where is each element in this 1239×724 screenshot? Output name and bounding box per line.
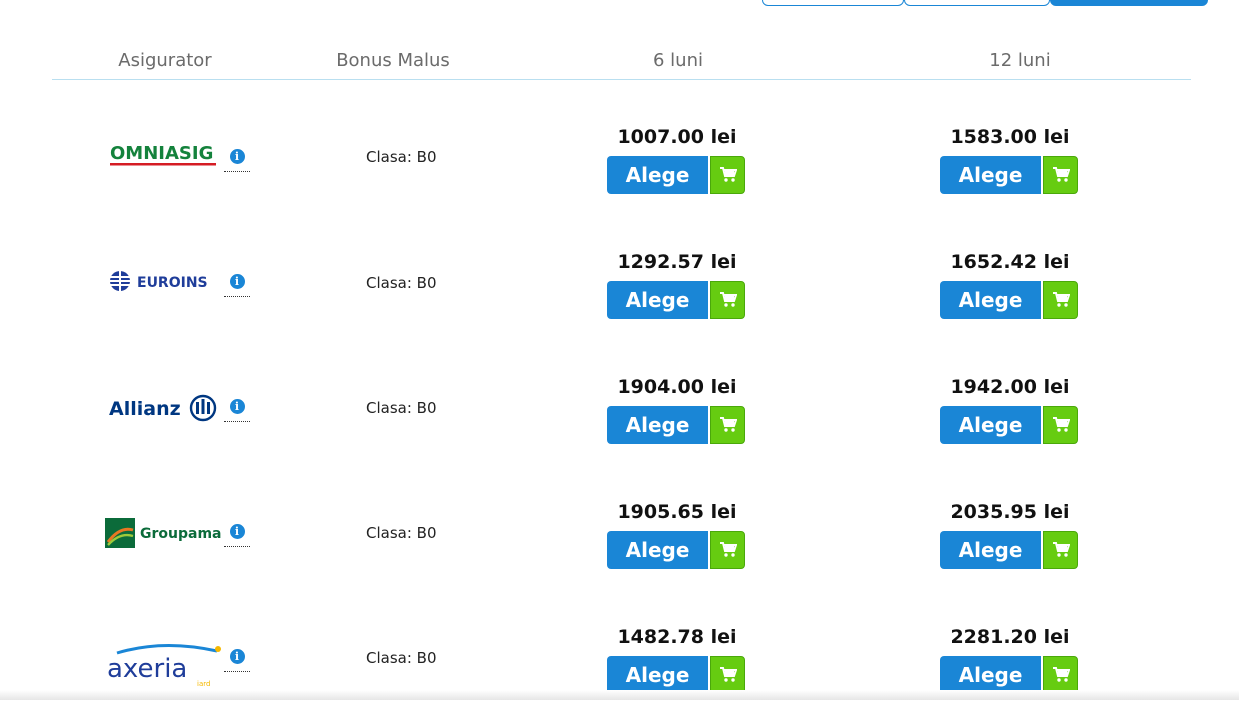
price-6-months: 1905.65 lei: [617, 501, 737, 523]
price-12-months: 1942.00 lei: [950, 376, 1070, 398]
add-to-cart-button[interactable]: [710, 406, 745, 444]
insurer-info-button[interactable]: i: [224, 395, 250, 422]
cart-icon: [1052, 292, 1070, 307]
add-to-cart-button[interactable]: [1043, 531, 1078, 569]
price-6-months: 1292.57 lei: [617, 251, 737, 273]
table-row: Allianz i Clasa: B0 1904.00 lei Alege 19…: [0, 374, 1239, 474]
insurer-name: Allianz: [109, 398, 181, 420]
info-icon: i: [229, 274, 245, 289]
insurer-logo-omniasig: OMNIASIG: [96, 124, 232, 184]
bonus-malus-class: Clasa: B0: [366, 399, 437, 417]
add-to-cart-button[interactable]: [1043, 656, 1078, 694]
price-6-months: 1007.00 lei: [617, 126, 737, 148]
price-6-months: 1482.78 lei: [617, 626, 737, 648]
choose-button[interactable]: Alege: [607, 281, 708, 319]
offer-6-months: 1007.00 lei Alege: [607, 124, 747, 194]
offer-6-months: 1904.00 lei Alege: [607, 374, 747, 444]
insurer-logo-euroins: EUROINS: [96, 251, 232, 311]
bonus-malus-class: Clasa: B0: [366, 274, 437, 292]
choose-button[interactable]: Alege: [940, 281, 1041, 319]
choose-button[interactable]: Alege: [940, 656, 1041, 694]
add-to-cart-button[interactable]: [1043, 156, 1078, 194]
insurer-info-button[interactable]: i: [224, 645, 250, 672]
info-icon: i: [229, 524, 245, 539]
cart-icon: [719, 417, 737, 432]
insurer-logo-axeria: axeria iard: [100, 634, 230, 694]
add-to-cart-button[interactable]: [1043, 281, 1078, 319]
info-icon: i: [229, 399, 245, 414]
table-header: Asigurator Bonus Malus 6 luni 12 luni: [52, 50, 1191, 80]
choose-button[interactable]: Alege: [607, 406, 708, 444]
add-to-cart-button[interactable]: [710, 281, 745, 319]
bonus-malus-class: Clasa: B0: [366, 148, 437, 166]
insurer-info-button[interactable]: i: [224, 270, 250, 297]
top-tab-2[interactable]: [904, 0, 1050, 6]
price-12-months: 1583.00 lei: [950, 126, 1070, 148]
header-6-months: 6 luni: [653, 50, 703, 71]
bonus-malus-class: Clasa: B0: [366, 649, 437, 667]
choose-button[interactable]: Alege: [607, 156, 708, 194]
insurer-logo-groupama: Groupama: [100, 503, 230, 563]
insurer-logo-allianz: Allianz: [96, 378, 232, 438]
offer-12-months: 2281.20 lei Alege: [940, 624, 1080, 694]
offer-6-months: 1292.57 lei Alege: [607, 249, 747, 319]
choose-button[interactable]: Alege: [940, 531, 1041, 569]
table-row: OMNIASIG i Clasa: B0 1007.00 lei Alege 1…: [0, 124, 1239, 224]
add-to-cart-button[interactable]: [710, 656, 745, 694]
cart-icon: [1052, 542, 1070, 557]
offer-6-months: 1905.65 lei Alege: [607, 499, 747, 569]
insurer-info-button[interactable]: i: [224, 520, 250, 547]
info-icon: i: [229, 149, 245, 164]
insurer-name: EUROINS: [137, 275, 208, 291]
choose-button[interactable]: Alege: [940, 406, 1041, 444]
choose-button[interactable]: Alege: [607, 656, 708, 694]
price-6-months: 1904.00 lei: [617, 376, 737, 398]
add-to-cart-button[interactable]: [710, 531, 745, 569]
top-tab-1[interactable]: [762, 0, 904, 6]
info-icon: i: [229, 649, 245, 664]
table-row: Groupama i Clasa: B0 1905.65 lei Alege 2…: [0, 499, 1239, 599]
top-tab-active[interactable]: [1050, 0, 1208, 6]
offer-12-months: 2035.95 lei Alege: [940, 499, 1080, 569]
add-to-cart-button[interactable]: [1043, 406, 1078, 444]
insurer-name: OMNIASIG: [110, 143, 213, 164]
offer-6-months: 1482.78 lei Alege: [607, 624, 747, 694]
cart-icon: [719, 542, 737, 557]
choose-button[interactable]: Alege: [940, 156, 1041, 194]
table-row: EUROINS i Clasa: B0 1292.57 lei Alege 16…: [0, 249, 1239, 349]
cart-icon: [1052, 167, 1070, 182]
price-12-months: 1652.42 lei: [950, 251, 1070, 273]
insurer-name: axeria: [107, 654, 187, 684]
header-insurer: Asigurator: [118, 50, 212, 71]
cart-icon: [719, 292, 737, 307]
offer-12-months: 1583.00 lei Alege: [940, 124, 1080, 194]
offer-12-months: 1652.42 lei Alege: [940, 249, 1080, 319]
price-12-months: 2281.20 lei: [950, 626, 1070, 648]
cart-icon: [1052, 417, 1070, 432]
insurer-info-button[interactable]: i: [224, 145, 250, 172]
insurer-name: Groupama: [140, 526, 221, 542]
cart-icon: [1052, 667, 1070, 682]
bonus-malus-class: Clasa: B0: [366, 524, 437, 542]
add-to-cart-button[interactable]: [710, 156, 745, 194]
header-12-months: 12 luni: [989, 50, 1051, 71]
header-bonus-malus: Bonus Malus: [336, 50, 450, 71]
cart-icon: [719, 167, 737, 182]
choose-button[interactable]: Alege: [607, 531, 708, 569]
price-12-months: 2035.95 lei: [950, 501, 1070, 523]
bottom-scroll-shadow: [0, 690, 1239, 700]
cart-icon: [719, 667, 737, 682]
table-row: axeria iard i Clasa: B0 1482.78 lei Aleg…: [0, 624, 1239, 724]
offer-12-months: 1942.00 lei Alege: [940, 374, 1080, 444]
insurer-subname: iard: [197, 680, 210, 687]
